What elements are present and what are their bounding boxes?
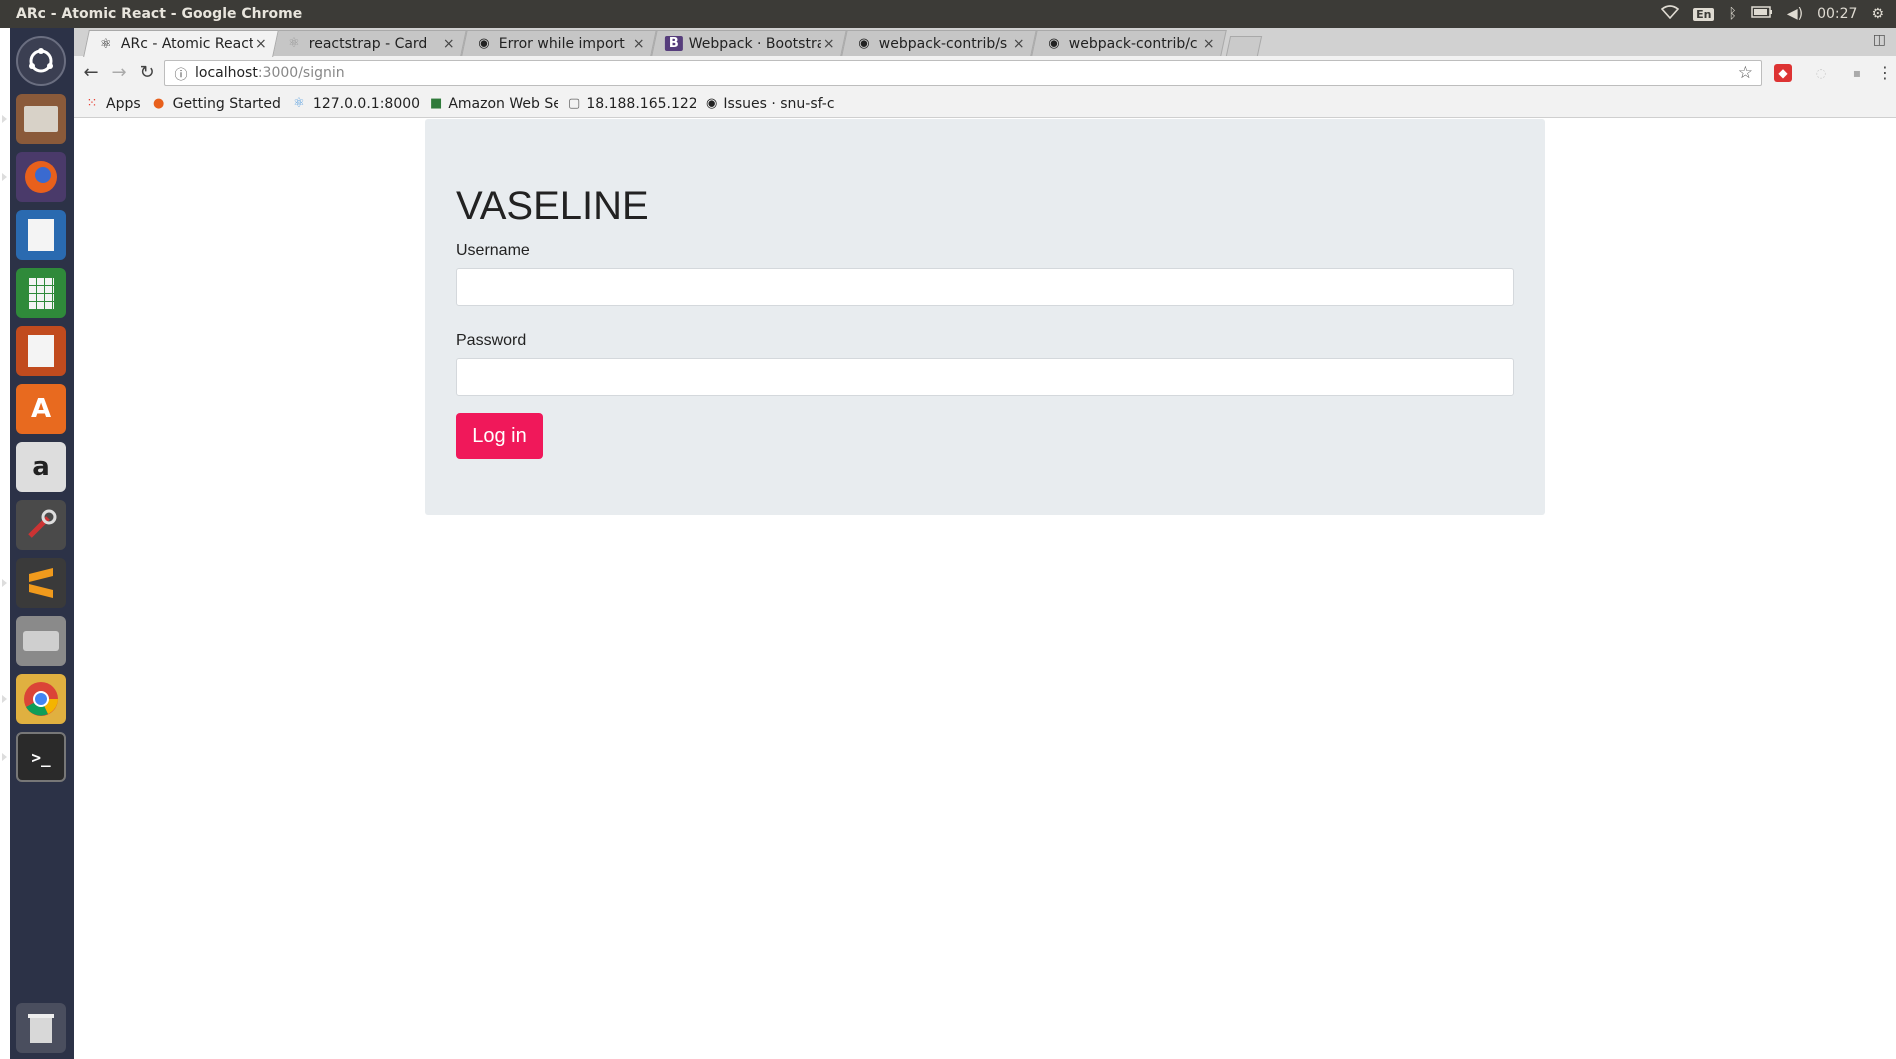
- running-indicator: [2, 579, 7, 587]
- page-title: VASELINE: [456, 184, 649, 228]
- bookmarks-bar: ⁙ Apps ● Getting Started ⚛ 127.0.0.1:800…: [74, 90, 1896, 118]
- react-icon: ⚛: [288, 36, 300, 51]
- bootstrap-icon: B: [664, 36, 683, 51]
- tab-title: ARc - Atomic React: [120, 36, 253, 52]
- login-card: VASELINE Username Password Log in: [425, 119, 1545, 515]
- password-input[interactable]: [456, 358, 1514, 396]
- bookmark-label: 127.0.0.1:8000: [312, 95, 421, 112]
- wifi-icon[interactable]: [1660, 5, 1680, 23]
- libreoffice-writer-icon[interactable]: [16, 210, 66, 260]
- address-bar[interactable]: ⓘ localhost:3000/signin ☆: [164, 60, 1762, 86]
- running-indicator: [2, 695, 7, 703]
- bookmark-label: Apps: [106, 95, 141, 112]
- running-indicator: [2, 753, 7, 761]
- tab-close-icon[interactable]: ×: [631, 36, 647, 52]
- url-host: localhost: [195, 65, 258, 81]
- menu-dots-icon[interactable]: ⋮: [1876, 64, 1894, 82]
- system-top-bar: ARc - Atomic React - Google Chrome En ᛒ …: [0, 0, 1896, 28]
- libreoffice-calc-icon[interactable]: [16, 268, 66, 318]
- clock[interactable]: 00:27: [1817, 6, 1857, 22]
- bookmark-apps[interactable]: ⁙ Apps: [84, 96, 141, 112]
- volume-icon[interactable]: ◀): [1787, 6, 1803, 22]
- tab-webpack-contrib-s[interactable]: ◉ webpack-contrib/s ×: [841, 30, 1037, 56]
- running-indicator: [2, 115, 7, 123]
- disk-icon[interactable]: [16, 616, 66, 666]
- amazon-icon[interactable]: a: [16, 442, 66, 492]
- sublime-text-icon[interactable]: [16, 558, 66, 608]
- firefox-icon: ●: [152, 96, 165, 111]
- ubuntu-software-icon[interactable]: A: [16, 384, 66, 434]
- back-icon[interactable]: ←: [80, 62, 102, 84]
- tab-arc-atomic-react[interactable]: ⚛ ARc - Atomic React ×: [83, 30, 279, 57]
- terminal-icon[interactable]: >_: [16, 732, 66, 782]
- new-tab-button[interactable]: [1225, 36, 1263, 56]
- firefox-icon[interactable]: [16, 152, 66, 202]
- username-input[interactable]: [456, 268, 1514, 306]
- tab-webpack-bootstrap[interactable]: B Webpack · Bootstra ×: [651, 30, 847, 56]
- bookmark-label: Amazon Web Se: [448, 95, 559, 112]
- chrome-icon[interactable]: [16, 674, 66, 724]
- password-label: Password: [456, 332, 527, 349]
- tab-title: Error while import: [498, 35, 625, 52]
- tab-title: webpack-contrib/s: [878, 35, 1008, 52]
- username-label: Username: [456, 242, 530, 259]
- reload-icon[interactable]: ↻: [136, 62, 158, 84]
- tab-title: reactstrap - Card: [308, 35, 428, 52]
- extension-grey-icon[interactable]: ◌: [1812, 64, 1830, 82]
- github-icon: ◉: [1048, 36, 1060, 51]
- tab-error-while-import[interactable]: ◉ Error while import ×: [461, 30, 657, 56]
- unity-launcher: A a >_: [2, 28, 74, 1059]
- window-title: ARc - Atomic React - Google Chrome: [16, 6, 303, 22]
- browser-toolbar: ← → ↻ ⓘ localhost:3000/signin ☆ ◆ ◌ ▪ ⋮: [74, 56, 1896, 90]
- files-icon[interactable]: [16, 94, 66, 144]
- battery-icon[interactable]: [1751, 6, 1773, 22]
- bookmark-ip-address[interactable]: ▢ 18.188.165.122:8: [568, 96, 696, 112]
- extension-puzzle-icon[interactable]: ▪: [1848, 64, 1866, 82]
- system-settings-icon[interactable]: [16, 500, 66, 550]
- tab-reactstrap-card[interactable]: ⚛ reactstrap - Card ×: [271, 30, 467, 56]
- bookmark-star-icon[interactable]: ☆: [1738, 63, 1753, 83]
- bookmark-label: 18.188.165.122:8: [586, 95, 697, 112]
- tab-title: webpack-contrib/c: [1068, 35, 1198, 52]
- bookmark-amazon-web-services[interactable]: ■ Amazon Web Se: [430, 96, 558, 112]
- trash-icon[interactable]: [16, 1003, 66, 1053]
- github-icon: ◉: [706, 96, 718, 111]
- bookmark-label: Getting Started: [172, 95, 281, 112]
- ubuntu-dash-icon[interactable]: [16, 36, 66, 86]
- url-path: :3000/signin: [257, 65, 345, 81]
- login-button[interactable]: Log in: [456, 413, 543, 459]
- react-icon: ⚛: [100, 36, 112, 52]
- info-icon[interactable]: ⓘ: [171, 64, 191, 83]
- system-tray: En ᛒ ◀) 00:27 ⚙: [1660, 5, 1896, 23]
- bluetooth-icon[interactable]: ᛒ: [1728, 6, 1736, 22]
- libreoffice-impress-icon[interactable]: [16, 326, 66, 376]
- running-indicator: [2, 173, 7, 181]
- tab-close-icon[interactable]: ×: [441, 36, 457, 52]
- page-icon: ▢: [568, 96, 581, 111]
- tab-strip: ⚛ ARc - Atomic React × ⚛ reactstrap - Ca…: [74, 28, 1896, 57]
- tab-close-icon[interactable]: ×: [253, 36, 269, 52]
- browser-chrome: ⚛ ARc - Atomic React × ⚛ reactstrap - Ca…: [74, 28, 1896, 118]
- profile-icon[interactable]: ◫: [1873, 32, 1886, 48]
- react-icon: ⚛: [293, 96, 305, 111]
- bookmark-issues[interactable]: ◉ Issues · snu-sf-cl: [706, 96, 834, 112]
- tab-webpack-contrib-c[interactable]: ◉ webpack-contrib/c ×: [1031, 30, 1227, 56]
- tab-close-icon[interactable]: ×: [1201, 36, 1217, 52]
- github-icon: ◉: [858, 36, 870, 51]
- tab-close-icon[interactable]: ×: [821, 36, 837, 52]
- gear-icon[interactable]: ⚙: [1871, 6, 1884, 22]
- apps-grid-icon: ⁙: [86, 96, 98, 111]
- page-viewport: VASELINE Username Password Log in: [74, 118, 1896, 1059]
- forward-icon[interactable]: →: [108, 62, 130, 84]
- aws-icon: ■: [430, 96, 443, 111]
- extension-red-icon[interactable]: ◆: [1774, 64, 1792, 82]
- keyboard-layout-indicator[interactable]: En: [1693, 7, 1715, 21]
- github-icon: ◉: [478, 36, 490, 51]
- tab-close-icon[interactable]: ×: [1011, 36, 1027, 52]
- bookmark-getting-started[interactable]: ● Getting Started: [151, 96, 281, 112]
- bookmark-label: Issues · snu-sf-cl: [723, 95, 835, 112]
- bookmark-localhost-8000[interactable]: ⚛ 127.0.0.1:8000: [291, 96, 420, 112]
- tab-title: Webpack · Bootstra: [688, 35, 821, 52]
